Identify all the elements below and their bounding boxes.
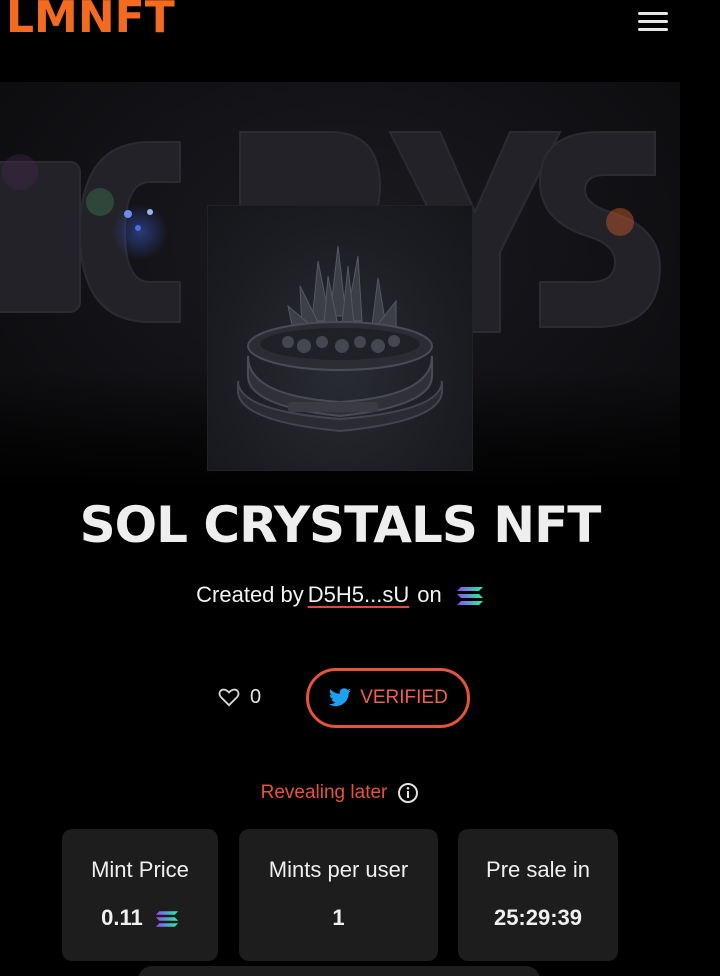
presale-countdown-card: Pre sale in 25:29:39 (458, 829, 618, 961)
heart-icon (218, 688, 240, 707)
created-by-label: Created by (196, 582, 304, 607)
reveal-text: Revealing later (260, 782, 388, 803)
verified-button[interactable]: VERIFIED (306, 668, 470, 728)
collection-title: SOL CRYSTALS NFT (79, 496, 602, 554)
creator-line: Created by D5H5...sU on (0, 582, 680, 612)
creator-address-link[interactable]: D5H5...sU (308, 582, 409, 607)
like-button[interactable]: 0 (218, 684, 261, 710)
hamburger-menu-button[interactable] (636, 10, 670, 34)
solana-icon (456, 586, 484, 612)
crystal-bowl-image (237, 245, 443, 433)
mint-price-card: Mint Price 0.11 (62, 829, 218, 961)
presale-label: Pre sale in (486, 857, 590, 882)
mints-per-user-card: Mints per user 1 (239, 829, 438, 961)
hamburger-icon (638, 12, 668, 15)
twitter-icon (329, 688, 352, 707)
mints-per-user-label: Mints per user (268, 857, 409, 882)
mint-price-label: Mint Price (91, 857, 189, 882)
like-count: 0 (250, 685, 262, 708)
reveal-status: Revealing later (0, 782, 680, 804)
presale-countdown-value: 25:29:39 (493, 905, 583, 930)
site-logo[interactable]: LMNFT (6, 0, 175, 43)
page: LMNFT SOL CRYSTALS NFT Created by D5H5..… (0, 0, 720, 976)
mints-per-user-value: 1 (332, 905, 345, 930)
solana-icon (155, 908, 179, 934)
info-icon[interactable] (397, 782, 419, 804)
collection-image (208, 206, 472, 470)
mint-price-value: 0.11 (101, 905, 143, 930)
verified-label: VERIFIED (360, 687, 448, 708)
on-label: on (417, 582, 442, 607)
next-section-panel (138, 966, 540, 976)
